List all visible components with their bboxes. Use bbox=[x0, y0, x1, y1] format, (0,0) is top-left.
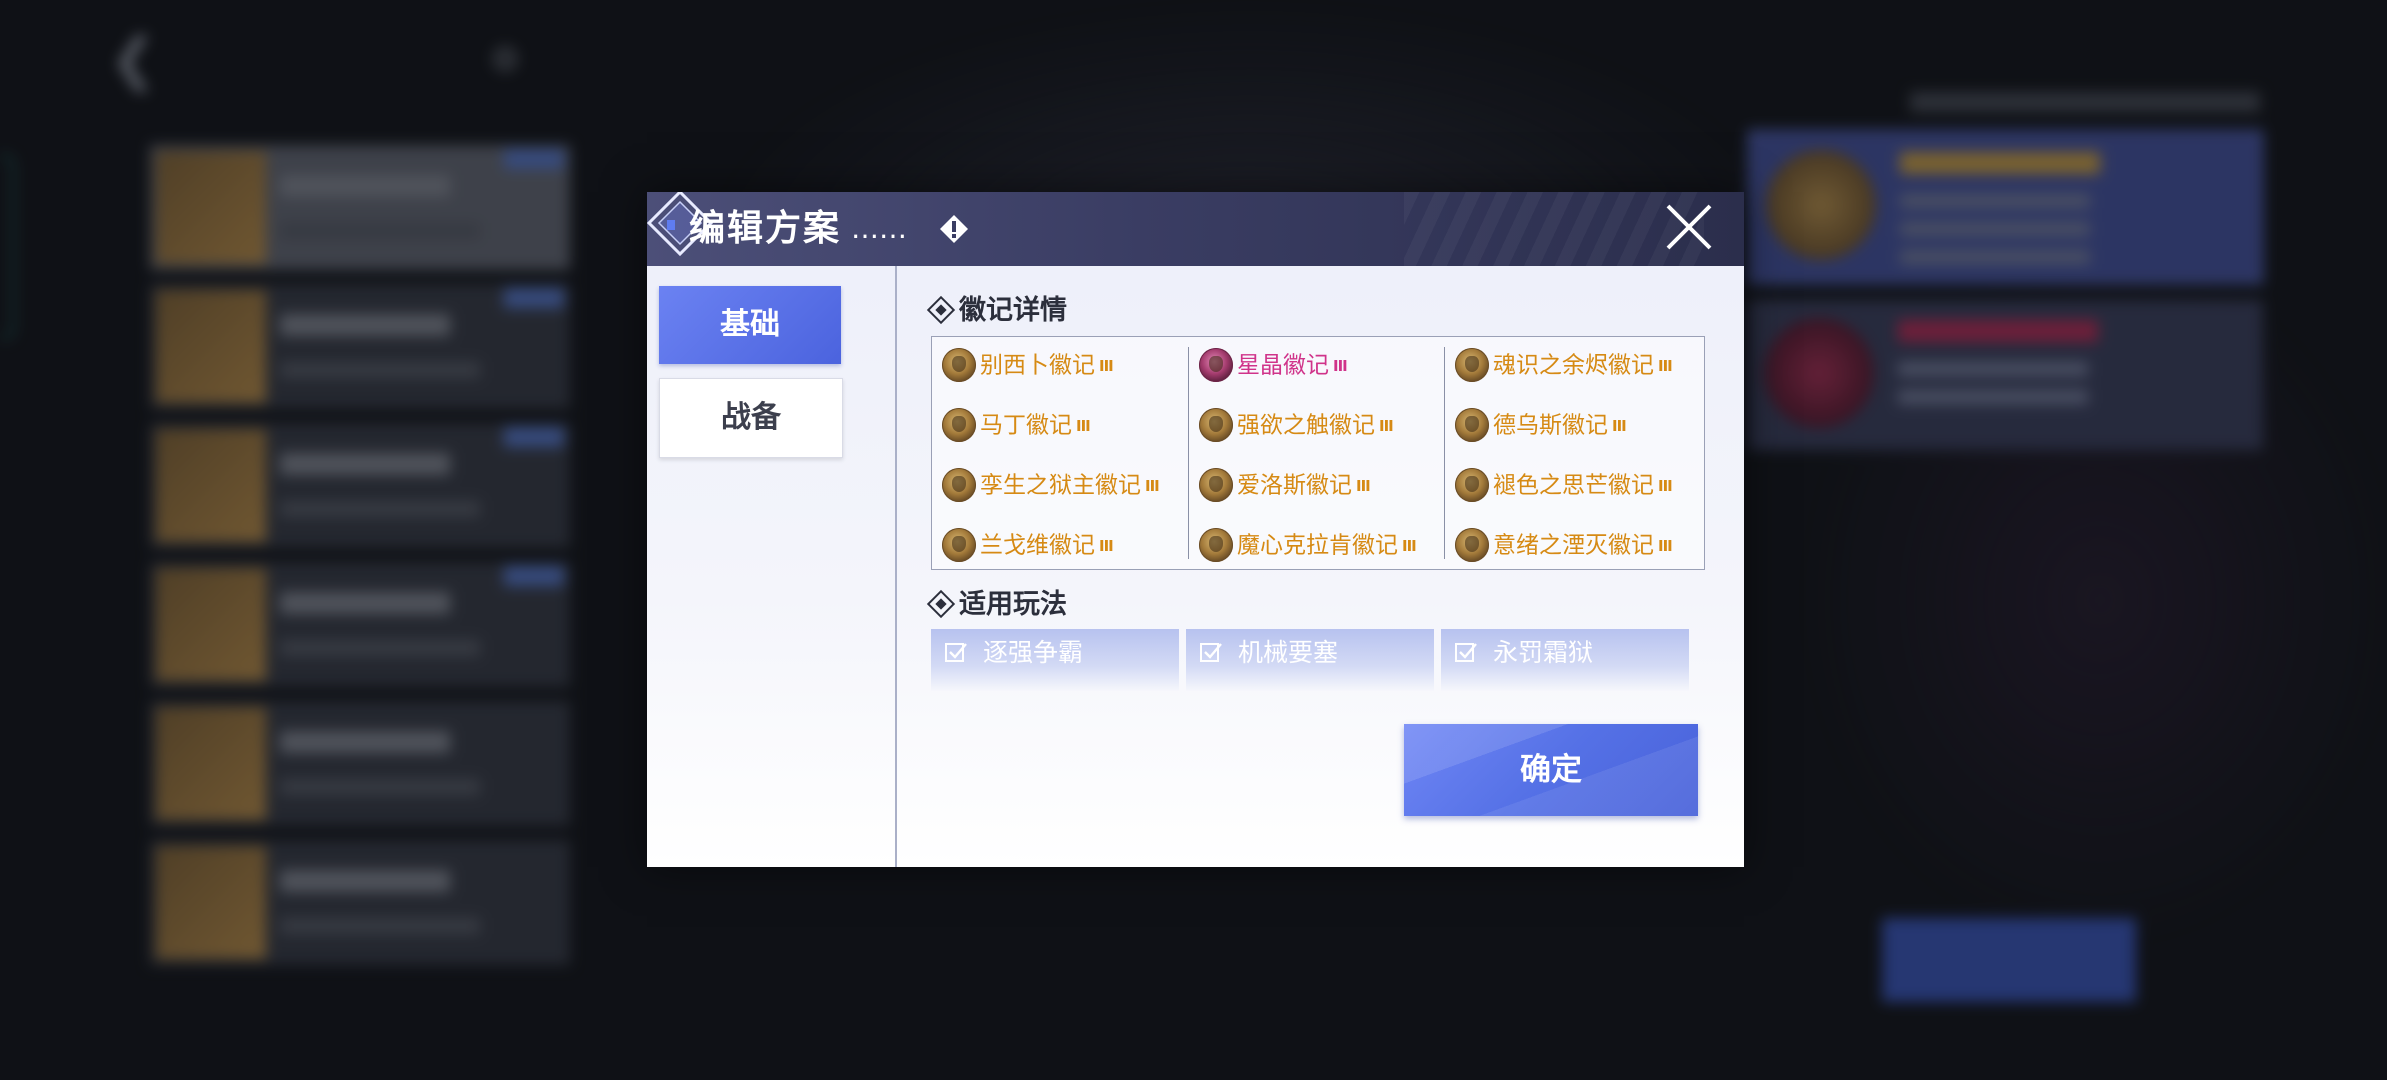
diamond-bullet-icon bbox=[926, 295, 956, 324]
mode-option-2[interactable]: 机械要塞 bbox=[1186, 629, 1434, 691]
emblem-item: 兰戈维徽记 III bbox=[942, 527, 1114, 563]
emblem-icon bbox=[1455, 467, 1489, 502]
confirm-button[interactable]: 确定 bbox=[1404, 724, 1698, 816]
emblem-item: 爱洛斯徽记 III bbox=[1199, 467, 1371, 503]
emblem-item: 马丁徽记 III bbox=[942, 407, 1091, 443]
mode-option-1[interactable]: 逐强争霸 bbox=[931, 629, 1179, 691]
checkbox-checked-icon bbox=[945, 643, 967, 662]
emblem-icon bbox=[1199, 407, 1233, 442]
emblem-item: 魔心克拉肯徽记 III bbox=[1199, 527, 1417, 563]
emblem-column: 别西卜徽记 III 马丁徽记 III 孪生之狱主徽记 III 兰戈维徽记 III bbox=[932, 347, 1188, 562]
emblem-icon bbox=[1199, 527, 1233, 562]
emblem-column: 星晶徽记 III 强欲之触徽记 III 爱洛斯徽记 III 魔心克拉肯徽记 III bbox=[1188, 347, 1445, 562]
info-diamond-icon bbox=[940, 215, 968, 243]
emblem-icon bbox=[942, 467, 976, 502]
modes-section-heading: 适用玩法 bbox=[926, 588, 1067, 622]
edit-plan-dialog: 编辑方案 …… 基础 战备 徽记详情 别西卜徽记 III 马丁徽记 III 孪生之狱… bbox=[647, 192, 1744, 867]
checkbox-checked-icon bbox=[1200, 643, 1222, 662]
confirm-label: 确定 bbox=[1520, 752, 1582, 788]
modes-section-title: 适用玩法 bbox=[959, 589, 1067, 620]
emblem-item: 褪色之思芒徽记 III bbox=[1455, 467, 1673, 503]
diamond-bullet-icon bbox=[926, 589, 956, 618]
emblem-item: 孪生之狱主徽记 III bbox=[942, 467, 1160, 503]
sidebar-divider bbox=[895, 266, 897, 867]
emblem-icon bbox=[1455, 347, 1489, 382]
emblem-column: 魂识之余烬徽记 III 德乌斯徽记 III 褪色之思芒徽记 III 意绪之湮灭徽记 II… bbox=[1444, 347, 1701, 562]
emblem-item: 别西卜徽记 III bbox=[942, 347, 1114, 383]
emblem-icon bbox=[1455, 527, 1489, 562]
tab-combat-prep[interactable]: 战备 bbox=[659, 378, 843, 458]
emblem-icon bbox=[1455, 407, 1489, 442]
emblem-icon bbox=[1199, 347, 1233, 382]
emblem-icon bbox=[1199, 467, 1233, 502]
emblem-item: 魂识之余烬徽记 III bbox=[1455, 347, 1673, 383]
emblem-icon bbox=[942, 407, 976, 442]
dialog-title: 编辑方案 bbox=[689, 208, 842, 249]
emblem-section-title: 徽记详情 bbox=[959, 295, 1067, 326]
emblem-item: 强欲之触徽记 III bbox=[1199, 407, 1394, 443]
emblem-item: 意绪之湮灭徽记 III bbox=[1455, 527, 1673, 563]
mode-option-3[interactable]: 永罚霜狱 bbox=[1441, 629, 1689, 691]
dialog-header: 编辑方案 …… bbox=[647, 192, 1744, 266]
tab-basic[interactable]: 基础 bbox=[659, 286, 841, 364]
mode-label: 逐强争霸 bbox=[983, 638, 1084, 667]
mode-label: 永罚霜狱 bbox=[1493, 638, 1594, 667]
emblem-item: 德乌斯徽记 III bbox=[1455, 407, 1627, 443]
dialog-title-dots: …… bbox=[851, 212, 907, 245]
emblem-section-heading: 徽记详情 bbox=[926, 294, 1067, 328]
close-icon[interactable] bbox=[1660, 198, 1718, 256]
emblem-grid: 别西卜徽记 III 马丁徽记 III 孪生之狱主徽记 III 兰戈维徽记 III 星晶徽… bbox=[931, 336, 1705, 570]
checkbox-checked-icon bbox=[1455, 643, 1477, 662]
mode-label: 机械要塞 bbox=[1238, 638, 1339, 667]
emblem-icon bbox=[942, 527, 976, 562]
emblem-item: 星晶徽记 III bbox=[1199, 347, 1348, 383]
emblem-icon bbox=[942, 347, 976, 382]
